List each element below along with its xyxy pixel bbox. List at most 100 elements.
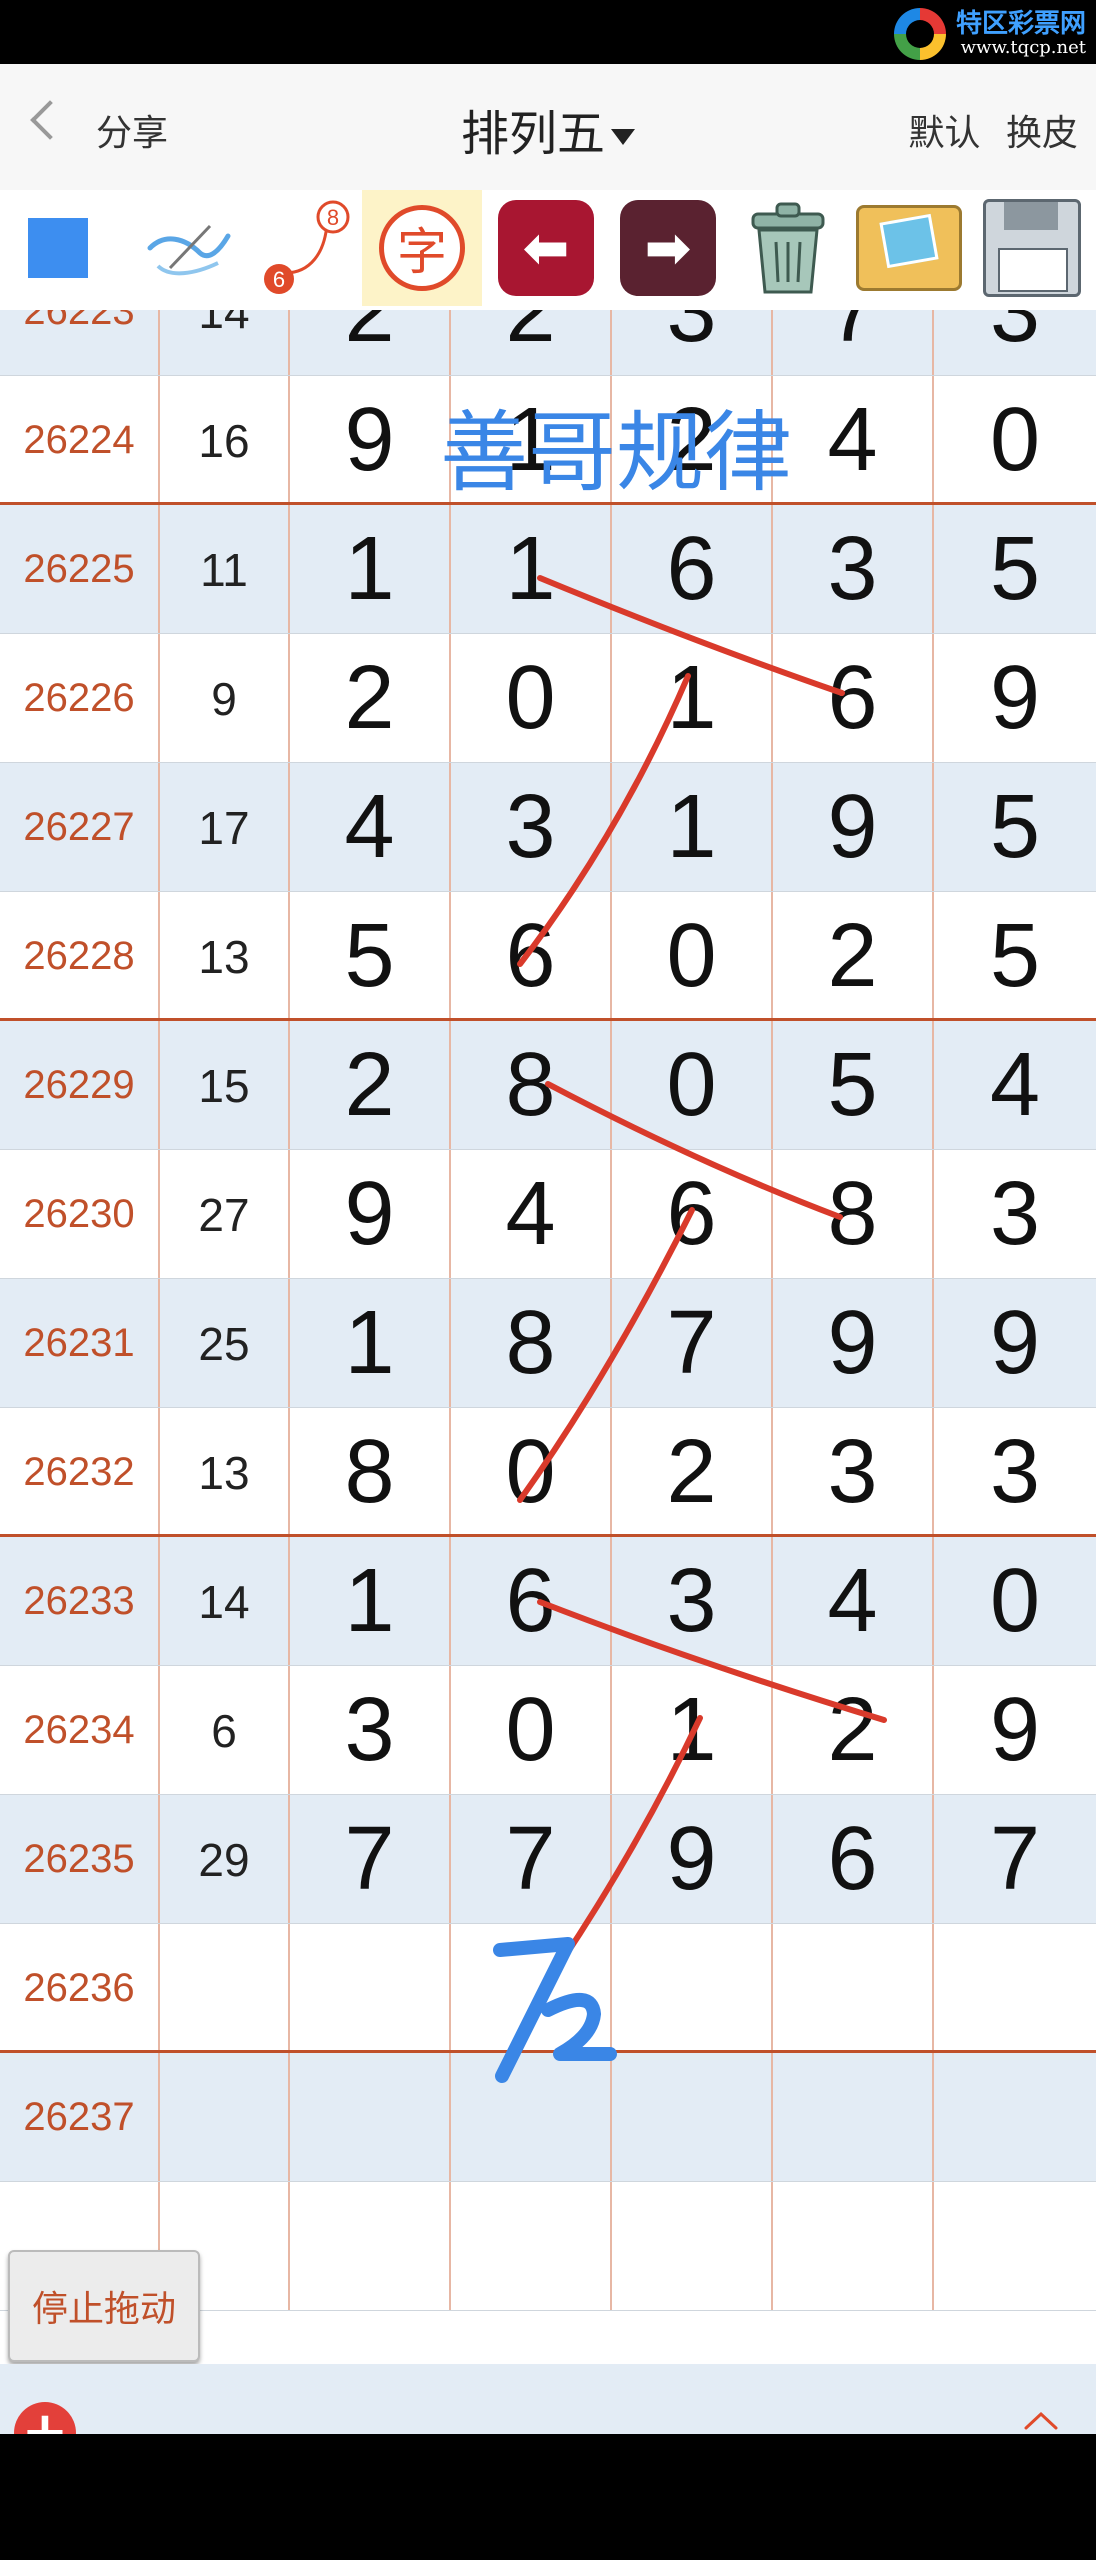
digit-cell[interactable]: 0 xyxy=(934,1537,1096,1666)
digit-cell[interactable]: 7 xyxy=(612,1279,773,1408)
digit-cell[interactable]: 0 xyxy=(612,892,773,1021)
digit-cell[interactable]: 4 xyxy=(451,1150,612,1279)
digit-cell[interactable]: 1 xyxy=(612,763,773,892)
digit-cell[interactable]: 3 xyxy=(934,310,1096,376)
digit-cell[interactable]: 0 xyxy=(451,1408,612,1537)
digit-cell[interactable] xyxy=(290,1924,451,2053)
undo-button[interactable]: ⬅ xyxy=(488,190,604,306)
digit-cell[interactable]: 6 xyxy=(773,1795,934,1924)
digit-cell[interactable]: 7 xyxy=(934,1795,1096,1924)
digit-cell[interactable]: 2 xyxy=(290,1021,451,1150)
digit-cell[interactable]: 5 xyxy=(934,892,1096,1021)
digit-cell[interactable]: 3 xyxy=(773,505,934,634)
issue-number-cell: 26223 xyxy=(0,310,160,376)
digit-cell[interactable]: 6 xyxy=(451,1537,612,1666)
digit-cell[interactable]: 9 xyxy=(934,1666,1096,1795)
digit-cell[interactable] xyxy=(612,2182,773,2311)
issue-number-cell: 26231 xyxy=(0,1279,160,1408)
digit-cell[interactable]: 1 xyxy=(612,634,773,763)
digit-cell[interactable]: 2 xyxy=(612,1408,773,1537)
digit-cell[interactable] xyxy=(451,2182,612,2311)
digit-cell[interactable]: 9 xyxy=(290,1150,451,1279)
digit-cell[interactable]: 0 xyxy=(612,1021,773,1150)
digit-cell[interactable] xyxy=(934,2053,1096,2182)
digit-cell[interactable] xyxy=(934,2182,1096,2311)
digit-cell[interactable]: 8 xyxy=(451,1279,612,1408)
digit-cell[interactable]: 4 xyxy=(773,1537,934,1666)
digit-cell[interactable]: 1 xyxy=(290,1279,451,1408)
digit-cell[interactable]: 1 xyxy=(290,505,451,634)
digit-cell[interactable]: 3 xyxy=(290,1666,451,1795)
redo-button[interactable]: ➡ xyxy=(610,190,726,306)
digit-cell[interactable]: 2 xyxy=(290,634,451,763)
digit-cell[interactable] xyxy=(773,2053,934,2182)
table-row: 26226 9 2 0 1 6 9 xyxy=(0,634,1096,763)
text-tool-button[interactable]: 字 xyxy=(362,190,482,306)
table-row: 26225 11 1 1 6 3 5 xyxy=(0,505,1096,634)
digit-cell[interactable] xyxy=(934,1924,1096,2053)
digit-cell[interactable]: 0 xyxy=(451,1666,612,1795)
digit-cell[interactable]: 1 xyxy=(290,1537,451,1666)
open-image-button[interactable] xyxy=(848,190,970,306)
digit-cell[interactable]: 0 xyxy=(451,634,612,763)
digit-cell[interactable]: 3 xyxy=(451,763,612,892)
digit-cell[interactable]: 9 xyxy=(934,634,1096,763)
digit-cell[interactable]: 7 xyxy=(290,1795,451,1924)
freehand-pen-button[interactable] xyxy=(130,190,250,306)
digit-cell[interactable]: 8 xyxy=(290,1408,451,1537)
digit-cell[interactable]: 9 xyxy=(773,763,934,892)
digit-cell[interactable]: 0 xyxy=(934,376,1096,505)
digit-cell[interactable]: 2 xyxy=(773,892,934,1021)
table-row: 26230 27 9 4 6 8 3 xyxy=(0,1150,1096,1279)
digit-cell[interactable]: 9 xyxy=(934,1279,1096,1408)
save-button[interactable] xyxy=(972,190,1092,306)
digit-cell[interactable]: 8 xyxy=(773,1150,934,1279)
digit-cell[interactable]: 3 xyxy=(612,310,773,376)
change-skin-button[interactable]: 换皮 xyxy=(1006,113,1078,154)
digit-cell[interactable]: 6 xyxy=(451,892,612,1021)
digit-cell[interactable] xyxy=(451,1924,612,2053)
sum-cell: 25 xyxy=(160,1279,290,1408)
digit-cell[interactable]: 5 xyxy=(290,892,451,1021)
digit-cell[interactable]: 5 xyxy=(934,763,1096,892)
digit-cell[interactable]: 8 xyxy=(451,1021,612,1150)
digit-cell[interactable] xyxy=(451,2053,612,2182)
digit-cell[interactable]: 4 xyxy=(773,376,934,505)
digit-cell[interactable]: 2 xyxy=(773,1666,934,1795)
digit-cell[interactable]: 4 xyxy=(290,763,451,892)
digit-cell[interactable]: 6 xyxy=(773,634,934,763)
digit-cell[interactable]: 3 xyxy=(934,1150,1096,1279)
digit-cell[interactable] xyxy=(290,2182,451,2311)
issue-number-cell: 26233 xyxy=(0,1537,160,1666)
number-line-button[interactable]: 8 6 xyxy=(250,190,360,306)
digit-cell[interactable]: 7 xyxy=(773,310,934,376)
digit-cell[interactable]: 1 xyxy=(451,505,612,634)
digit-cell[interactable] xyxy=(773,2182,934,2311)
digit-cell[interactable]: 3 xyxy=(773,1408,934,1537)
digit-cell[interactable] xyxy=(773,1924,934,2053)
digit-cell[interactable]: 9 xyxy=(612,1795,773,1924)
digit-cell[interactable] xyxy=(612,2053,773,2182)
digit-cell[interactable]: 9 xyxy=(773,1279,934,1408)
default-button[interactable]: 默认 xyxy=(909,113,981,154)
digit-cell[interactable]: 9 xyxy=(290,376,451,505)
blue-color-swatch-button[interactable] xyxy=(0,190,116,306)
digit-cell[interactable]: 6 xyxy=(612,505,773,634)
system-navigation-bar xyxy=(0,2434,1096,2560)
digit-cell[interactable]: 3 xyxy=(934,1408,1096,1537)
digit-cell[interactable]: 6 xyxy=(612,1150,773,1279)
digit-cell[interactable]: 5 xyxy=(773,1021,934,1150)
digit-cell[interactable] xyxy=(290,2053,451,2182)
stop-drag-button[interactable]: 停止拖动 xyxy=(8,2250,200,2362)
digit-cell[interactable]: 1 xyxy=(612,1666,773,1795)
digit-cell[interactable]: 2 xyxy=(451,310,612,376)
clear-trash-button[interactable] xyxy=(728,190,848,306)
sum-cell: 13 xyxy=(160,892,290,1021)
digit-cell[interactable]: 5 xyxy=(934,505,1096,634)
digit-cell[interactable]: 3 xyxy=(612,1537,773,1666)
digit-cell[interactable]: 4 xyxy=(934,1021,1096,1150)
table-row: 26227 17 4 3 1 9 5 xyxy=(0,763,1096,892)
digit-cell[interactable]: 7 xyxy=(451,1795,612,1924)
digit-cell[interactable]: 2 xyxy=(290,310,451,376)
digit-cell[interactable] xyxy=(612,1924,773,2053)
